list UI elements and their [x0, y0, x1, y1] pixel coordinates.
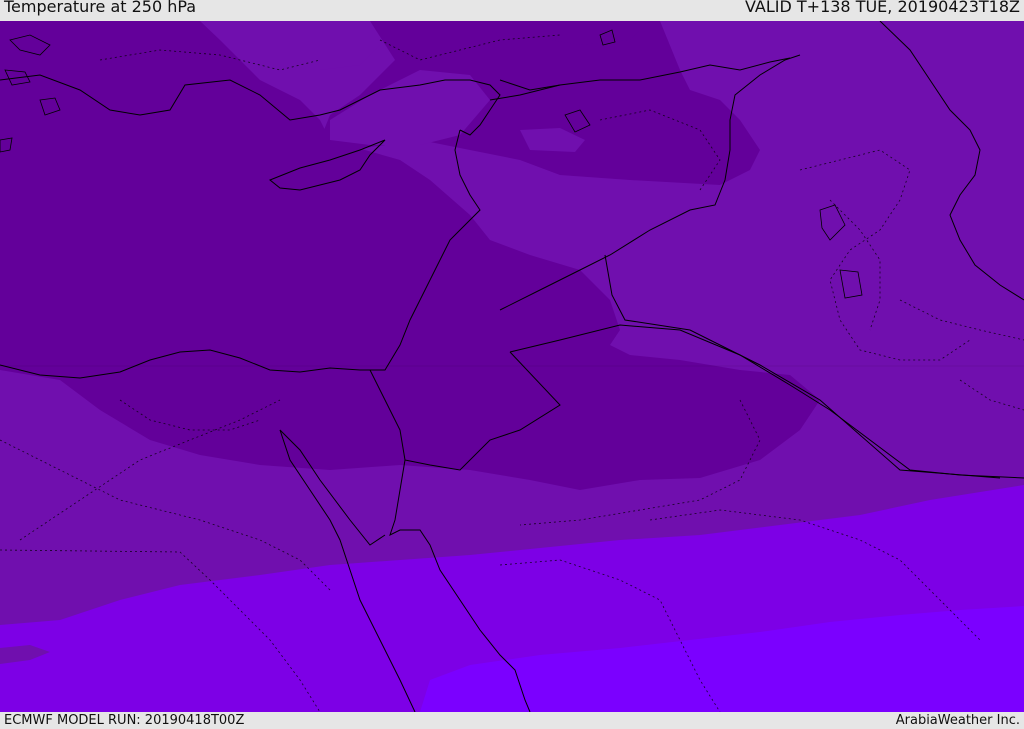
header-bar: Temperature at 250 hPa VALID T+138 TUE, … [0, 0, 1024, 21]
valid-time: VALID T+138 TUE, 20190423T18Z [744, 0, 1020, 16]
map-title: Temperature at 250 hPa [4, 0, 197, 16]
model-run-label: ECMWF MODEL RUN: 20190418T00Z [4, 713, 245, 728]
credit-label: ArabiaWeather Inc. [895, 713, 1020, 728]
map-svg [0, 20, 1024, 713]
temperature-map[interactable] [0, 20, 1024, 713]
footer-bar: ECMWF MODEL RUN: 20190418T00Z ArabiaWeat… [0, 712, 1024, 729]
